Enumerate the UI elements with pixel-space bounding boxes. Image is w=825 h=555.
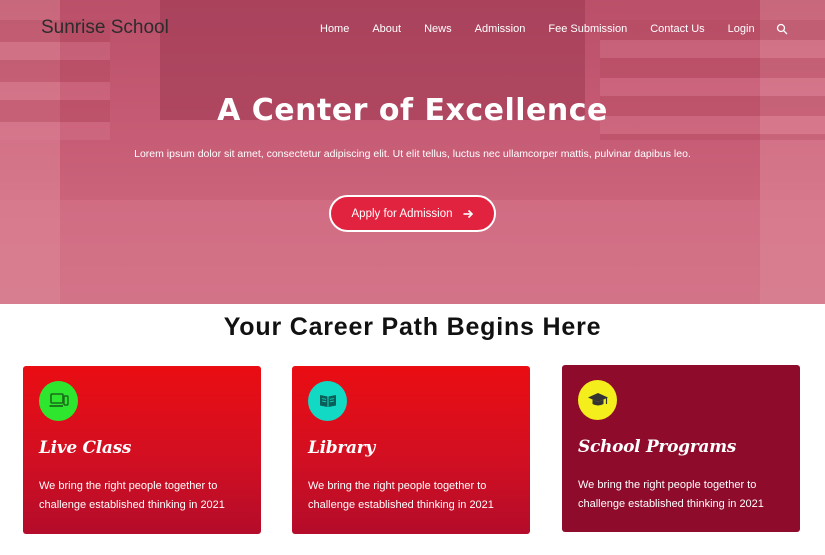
hero-title: A Center of Excellence <box>217 93 608 128</box>
graduation-cap-icon <box>578 380 617 420</box>
feature-card-live-class[interactable]: Live Class We bring the right people tog… <box>23 366 261 534</box>
main-nav: Home About News Admission Fee Submission… <box>320 22 788 36</box>
card-text: We bring the right people together to ch… <box>578 479 764 510</box>
card-title: School Programs <box>578 437 737 457</box>
search-icon[interactable] <box>776 23 788 35</box>
laptop-icon <box>39 381 78 421</box>
card-text: We bring the right people together to ch… <box>39 480 225 511</box>
feature-card-school-programs[interactable]: School Programs We bring the right peopl… <box>562 365 800 532</box>
nav-item-home[interactable]: Home <box>320 23 349 35</box>
hero-subtitle: Lorem ipsum dolor sit amet, consectetur … <box>134 148 691 160</box>
card-title: Live Class <box>39 438 132 458</box>
nav-item-login[interactable]: Login <box>728 23 755 35</box>
apply-admission-button[interactable]: Apply for Admission <box>329 195 496 232</box>
card-text: We bring the right people together to ch… <box>308 480 494 511</box>
nav-item-contact-us[interactable]: Contact Us <box>650 23 704 35</box>
section-title: Your Career Path Begins Here <box>223 313 602 341</box>
site-brand[interactable]: Sunrise School <box>41 17 169 39</box>
card-title: Library <box>308 438 376 458</box>
nav-item-news[interactable]: News <box>424 23 452 35</box>
book-icon <box>308 381 347 421</box>
apply-admission-label: Apply for Admission <box>351 207 453 220</box>
nav-item-admission[interactable]: Admission <box>475 23 526 35</box>
arrow-right-icon <box>463 209 473 218</box>
nav-item-fee-submission[interactable]: Fee Submission <box>548 23 627 35</box>
nav-item-about[interactable]: About <box>372 23 401 35</box>
feature-card-library[interactable]: Library We bring the right people togeth… <box>292 366 530 534</box>
hero-banner: Sunrise School Home About News Admission… <box>0 0 825 304</box>
